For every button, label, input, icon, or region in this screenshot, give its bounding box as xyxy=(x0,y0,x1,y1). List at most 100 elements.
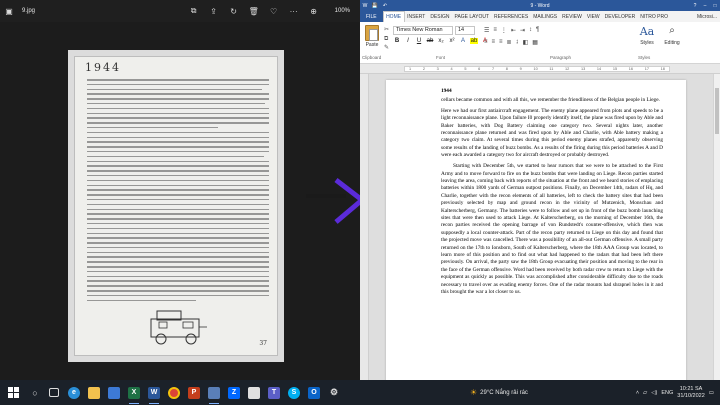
language-indicator[interactable]: ENG xyxy=(661,390,673,396)
document-paragraph[interactable]: Here we had our first antiaircraft engag… xyxy=(441,108,663,160)
outlook-icon[interactable]: O xyxy=(304,380,324,405)
multilevel-list-icon[interactable]: ⋮ xyxy=(501,27,507,34)
help-icon[interactable]: ? xyxy=(690,3,700,9)
store-icon[interactable] xyxy=(104,380,124,405)
account-name[interactable]: Microsi... xyxy=(697,14,720,20)
paragraph-buttons-row1: ☰ ≡ ⋮ ⇤ ⇥ ↕ ¶ xyxy=(484,27,539,34)
scanned-text-line xyxy=(87,174,269,177)
tab-developer[interactable]: DEVELOPER xyxy=(602,14,638,20)
document-body[interactable]: 1944 cellars became common and with all … xyxy=(441,88,663,300)
powerpoint-icon[interactable]: P xyxy=(184,380,204,405)
delete-icon[interactable]: 🗑 xyxy=(245,0,263,22)
excel-icon[interactable]: X xyxy=(124,380,144,405)
undo-icon[interactable]: ↶ xyxy=(380,3,390,9)
numbering-icon[interactable]: ≡ xyxy=(493,27,497,34)
word-icon[interactable]: W xyxy=(144,380,164,405)
app-icon[interactable] xyxy=(244,380,264,405)
tab-page-layout[interactable]: PAGE LAYOUT xyxy=(452,14,492,20)
strikethrough-icon[interactable]: ab xyxy=(426,38,434,44)
document-paragraph[interactable]: cellars became common and with all this,… xyxy=(441,97,663,104)
line-spacing-icon[interactable]: ↨ xyxy=(516,39,519,46)
superscript-icon[interactable]: x² xyxy=(448,38,456,44)
tab-view[interactable]: VIEW xyxy=(584,14,602,20)
clipboard-icon xyxy=(365,25,379,41)
task-view-icon[interactable] xyxy=(44,380,64,405)
photos-icon[interactable] xyxy=(204,380,224,405)
copy-icon[interactable]: ⧉ xyxy=(384,35,389,44)
network-icon[interactable]: ▱ xyxy=(643,390,647,396)
maximize-icon[interactable]: □ xyxy=(710,3,720,9)
horizontal-ruler[interactable]: 1 2 3 4 5 6 7 8 9 10 11 12 13 14 15 16 17 18 xyxy=(360,64,720,74)
file-explorer-icon[interactable] xyxy=(84,380,104,405)
paste-button[interactable]: Paste xyxy=(362,25,382,48)
tab-file[interactable]: FILE xyxy=(360,11,383,22)
share-icon[interactable]: ⇪ xyxy=(205,0,223,22)
zalo-icon[interactable]: Z xyxy=(224,380,244,405)
tab-design[interactable]: DESIGN xyxy=(428,14,452,20)
document-year-heading[interactable]: 1944 xyxy=(441,88,663,95)
highlight-icon[interactable]: ab xyxy=(470,38,478,44)
search-icon[interactable]: ○ xyxy=(26,380,44,405)
scanned-text-line xyxy=(87,251,269,254)
tab-mailings[interactable]: MAILINGS xyxy=(531,14,560,20)
cut-icon[interactable]: ✂ xyxy=(384,26,389,35)
document-paragraph[interactable]: Starting with December 5th, we started t… xyxy=(441,163,663,296)
borders-icon[interactable]: ▦ xyxy=(532,39,538,46)
clock[interactable]: 10:21 SA 31/10/2022 xyxy=(677,386,705,400)
save-icon[interactable]: 💾 xyxy=(370,3,380,9)
font-size-box[interactable]: 14 xyxy=(455,26,475,35)
tab-insert[interactable]: INSERT xyxy=(405,14,428,20)
sort-icon[interactable]: ↕ xyxy=(529,27,532,34)
tab-home[interactable]: HOME xyxy=(382,11,405,22)
editing-button[interactable]: ⌕ Editing xyxy=(660,25,684,46)
subscript-icon[interactable]: x₂ xyxy=(437,38,445,44)
teams-icon[interactable]: T xyxy=(264,380,284,405)
text-effects-icon[interactable]: A xyxy=(459,38,467,44)
gallery-icon[interactable]: ▣ xyxy=(0,0,18,22)
align-center-icon[interactable]: ≡ xyxy=(492,39,496,46)
zoom-in-icon[interactable]: ⊕ xyxy=(305,0,323,22)
show-marks-icon[interactable]: ¶ xyxy=(536,27,539,34)
document-area[interactable]: 1944 cellars became common and with all … xyxy=(360,74,720,380)
increase-indent-icon[interactable]: ⇥ xyxy=(520,27,525,34)
vertical-scrollbar[interactable] xyxy=(713,74,720,380)
crop-icon[interactable]: ⧉ xyxy=(185,0,203,22)
weather-widget[interactable]: ☀ 29°C Nắng rải rác xyxy=(470,380,528,405)
vertical-ruler[interactable] xyxy=(360,74,369,380)
skype-icon[interactable]: S xyxy=(284,380,304,405)
notification-icon[interactable]: ▭ xyxy=(709,390,714,396)
scanned-text-line xyxy=(87,165,269,167)
format-painter-icon[interactable]: ✎ xyxy=(384,44,389,53)
volume-icon[interactable]: ◁) xyxy=(651,390,657,396)
settings-icon[interactable]: ⚙ xyxy=(324,380,344,405)
edge-icon[interactable]: e xyxy=(64,380,84,405)
shading-icon[interactable]: ◧ xyxy=(523,39,529,46)
justify-icon[interactable]: ≣ xyxy=(507,39,512,46)
scanned-text-block xyxy=(87,79,269,309)
windows-start-icon[interactable] xyxy=(0,380,26,405)
scanned-text-line xyxy=(87,155,264,158)
scrollbar-thumb[interactable] xyxy=(715,88,719,134)
scanned-text-line xyxy=(87,266,269,268)
find-icon: ⌕ xyxy=(669,25,675,36)
tab-references[interactable]: REFERENCES xyxy=(492,14,531,20)
bullets-icon[interactable]: ☰ xyxy=(484,27,489,34)
styles-button[interactable]: Aa Styles xyxy=(636,25,658,46)
document-page[interactable]: 1944 cellars became common and with all … xyxy=(386,80,686,380)
chrome-icon[interactable] xyxy=(164,380,184,405)
tab-review[interactable]: REVIEW xyxy=(560,14,585,20)
underline-icon[interactable]: U xyxy=(415,38,423,44)
rotate-icon[interactable]: ↻ xyxy=(225,0,243,22)
zoom-level[interactable]: 100% xyxy=(335,8,350,14)
tab-nitro-pro[interactable]: NITRO PRO xyxy=(638,14,671,20)
italic-icon[interactable]: I xyxy=(404,38,412,44)
align-left-icon[interactable]: ≡ xyxy=(484,39,488,46)
font-name-box[interactable]: Times New Roman xyxy=(393,26,453,35)
decrease-indent-icon[interactable]: ⇤ xyxy=(511,27,516,34)
chevron-up-icon[interactable]: ˄ xyxy=(636,390,639,396)
minimize-icon[interactable]: – xyxy=(700,3,710,9)
more-icon[interactable]: ··· xyxy=(285,0,303,22)
favorite-icon[interactable]: ♡ xyxy=(265,0,283,22)
align-right-icon[interactable]: ≡ xyxy=(499,39,503,46)
bold-icon[interactable]: B xyxy=(393,38,401,44)
